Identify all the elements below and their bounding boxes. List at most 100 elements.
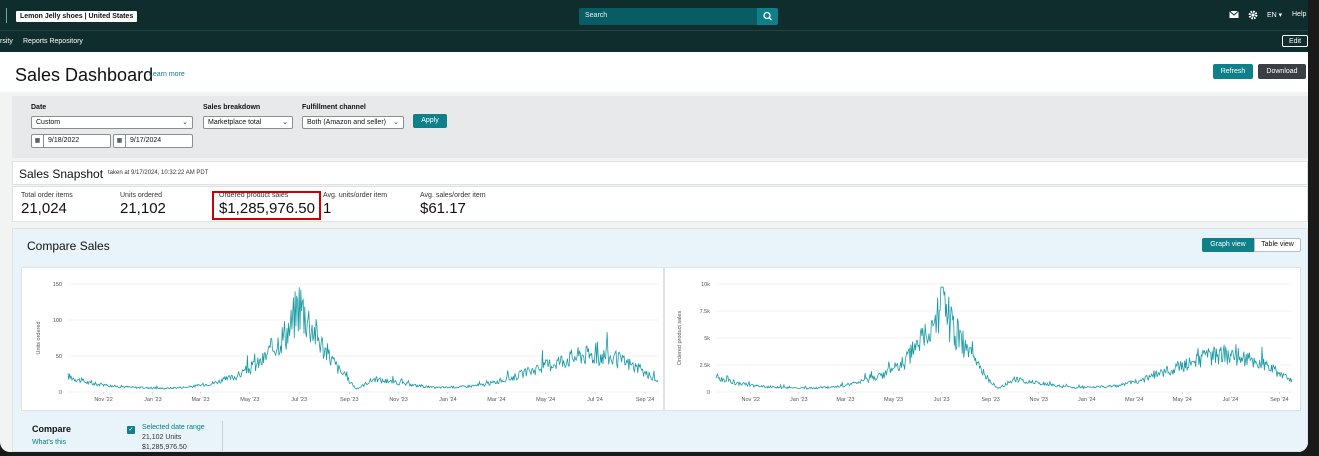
x-tick-label: Mar '24 [1125, 397, 1143, 403]
page-header: Sales Dashboard Learn more Refresh Downl… [0, 52, 1308, 92]
sales-breakdown-label: Sales breakdown [203, 104, 261, 111]
date-label: Date [31, 104, 47, 111]
chevron-down-icon: ⌄ [393, 119, 399, 126]
chevron-down-icon: ⌄ [182, 119, 188, 126]
y-axis-label: Ordered product sales [677, 311, 683, 366]
whats-this-link[interactable]: What's this [32, 439, 66, 446]
search-button[interactable] [757, 8, 778, 25]
download-button[interactable]: Download [1258, 64, 1306, 79]
apply-button[interactable]: Apply [413, 114, 447, 128]
x-tick-label: Jul '23 [934, 397, 950, 403]
ordered-sales-chart-svg: 0 2.5k 5k 7.5k 10k Ordered product sales Nov '… [677, 282, 1293, 403]
selected-range-checkbox[interactable]: ✓ [127, 426, 135, 434]
metric-value: $61.17 [420, 200, 466, 217]
page-title: Sales Dashboard [15, 65, 154, 85]
y-tick-label: 150 [53, 282, 62, 288]
table-view-button[interactable]: Table view [1254, 238, 1301, 252]
filter-panel: Date Custom ⌄ ▦ 9/18/2022 ▦ 9/17/2024 Sale… [12, 96, 1308, 158]
calendar-icon: ▦ [32, 135, 44, 147]
app-window: Lemon Jelly shoes | United States Search… [0, 0, 1308, 452]
metric-value: 21,102 [120, 200, 166, 217]
units-ordered-chart: 0 50 100 150 Units ordered Nov '22 Jan '23 Mar … [21, 267, 664, 411]
metric-label: Units ordered [120, 192, 163, 199]
compare-sales-panel: Compare Sales Graph view Table view 0 50 1… [12, 228, 1308, 452]
x-tick-label: Jul '23 [291, 397, 307, 403]
help-link[interactable]: Help [1292, 11, 1306, 18]
y-tick-label: 50 [56, 354, 62, 360]
x-tick-label: Nov '23 [389, 397, 407, 403]
y-tick-label: 7.5k [700, 309, 711, 315]
selected-date-range-label: Selected date range [142, 424, 205, 431]
units-ordered-chart-svg: 0 50 100 150 Units ordered Nov '22 Jan '23 Mar … [36, 282, 659, 403]
selected-sales: $1,285,976.50 [142, 444, 187, 451]
end-date-value: 9/17/2024 [130, 137, 162, 144]
sales-snapshot-title: Sales Snapshot [19, 167, 104, 181]
x-tick-label: Sep '24 [1270, 397, 1288, 403]
selected-units: 21,102 Units [142, 434, 182, 441]
x-tick-label: May '24 [1173, 397, 1192, 403]
store-selector[interactable]: Lemon Jelly shoes | United States [16, 11, 138, 22]
secondary-navigation: rsity Reports Repository [0, 30, 1308, 53]
x-tick-label: Nov '22 [741, 397, 759, 403]
y-tick-label: 100 [53, 318, 62, 324]
y-tick-label: 0 [59, 390, 62, 396]
compare-label: Compare [32, 424, 72, 434]
x-tick-label: May '23 [240, 397, 259, 403]
x-tick-label: Sep '24 [636, 397, 654, 403]
x-tick-label: Mar '23 [836, 397, 854, 403]
x-tick-label: Jul '24 [1223, 397, 1239, 403]
menu-edge-icon[interactable] [6, 8, 7, 23]
x-tick-label: Nov '23 [1029, 397, 1047, 403]
y-tick-label: 2.5k [700, 363, 711, 369]
metric-total-order-items: Total order items 21,024 [21, 192, 73, 217]
sales-snapshot-header: Sales Snapshot taken at 9/17/2024, 10:32… [12, 161, 1308, 185]
metric-avg-sales-per-order-item: Avg. sales/order item $61.17 [420, 192, 486, 217]
compare-divider [222, 421, 223, 451]
learn-more-link[interactable]: Learn more [149, 71, 185, 78]
snapshot-timestamp: taken at 9/17/2024, 10:32:22 AM PDT [108, 170, 209, 176]
x-tick-label: May '24 [536, 397, 555, 403]
search-icon [763, 11, 772, 21]
sales-snapshot-metrics: Total order items 21,024 Units ordered 2… [12, 186, 1308, 222]
mail-icon[interactable] [1229, 10, 1239, 21]
metric-value: 21,024 [21, 200, 67, 217]
metric-label: Avg. sales/order item [420, 192, 486, 199]
chevron-down-icon: ⌄ [282, 119, 288, 126]
x-tick-label: Mar '24 [487, 397, 505, 403]
nav-item-partial[interactable]: rsity [0, 38, 13, 45]
red-highlight-box [212, 191, 321, 220]
graph-view-button[interactable]: Graph view [1202, 238, 1254, 252]
calendar-icon: ▦ [114, 135, 126, 147]
x-tick-label: Jan '24 [1078, 397, 1096, 403]
ordered-sales-chart: 0 2.5k 5k 7.5k 10k Ordered product sales Nov '… [664, 267, 1301, 411]
y-tick-label: 5k [704, 336, 710, 342]
fulfillment-channel-label: Fulfillment channel [302, 104, 366, 111]
metric-label: Avg. units/order item [323, 192, 388, 199]
compare-sales-title: Compare Sales [27, 239, 110, 253]
metric-value: 1 [323, 200, 332, 217]
nav-item-reports-repository[interactable]: Reports Repository [23, 38, 83, 45]
search-placeholder: Search [585, 12, 608, 19]
date-range-value: Custom [36, 119, 61, 126]
series-line [67, 287, 659, 391]
x-tick-label: May '23 [884, 397, 903, 403]
start-date-field[interactable]: ▦ 9/18/2022 [31, 134, 111, 148]
start-date-value: 9/18/2022 [48, 137, 80, 144]
search-input[interactable]: Search [579, 8, 757, 25]
language-selector[interactable]: EN ▾ [1267, 11, 1282, 19]
x-tick-label: Jan '23 [144, 397, 162, 403]
date-range-select[interactable]: Custom ⌄ [31, 116, 193, 129]
x-tick-label: Jan '24 [439, 397, 457, 403]
edit-button[interactable]: Edit [1282, 35, 1308, 47]
metric-avg-units-per-order-item: Avg. units/order item 1 [323, 192, 387, 217]
refresh-button[interactable]: Refresh [1213, 64, 1253, 79]
x-tick-label: Sep '23 [981, 397, 999, 403]
y-tick-label: 10k [701, 282, 710, 288]
fulfillment-channel-select[interactable]: Both (Amazon and seller) ⌄ [302, 116, 404, 129]
sales-breakdown-select[interactable]: Marketplace total ⌄ [203, 116, 293, 129]
y-tick-label: 0 [707, 390, 710, 396]
end-date-field[interactable]: ▦ 9/17/2024 [113, 134, 193, 148]
metric-units-ordered: Units ordered 21,102 [120, 192, 166, 217]
gear-icon[interactable] [1248, 10, 1258, 22]
x-tick-label: Jan '23 [790, 397, 808, 403]
